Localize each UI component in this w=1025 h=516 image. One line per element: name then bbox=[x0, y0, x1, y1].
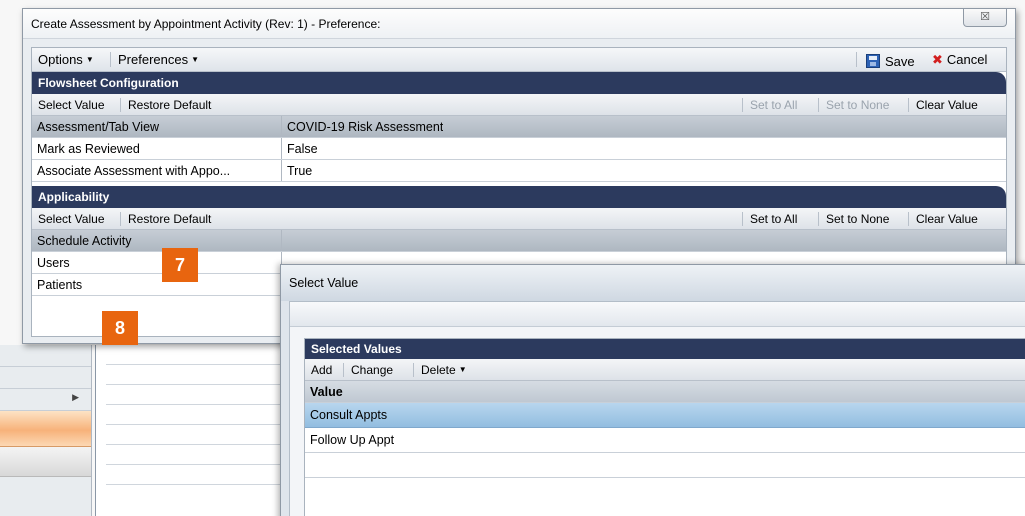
column-divider bbox=[281, 160, 282, 181]
background-grid-line bbox=[106, 385, 285, 405]
row-label: Assessment/Tab View bbox=[37, 120, 160, 134]
background-grid bbox=[95, 345, 285, 516]
select-dialog-title-bar[interactable]: Select Value bbox=[281, 265, 1025, 301]
restore-default-button[interactable]: Restore Default bbox=[124, 212, 215, 226]
toolbar-divider bbox=[413, 363, 414, 377]
column-divider bbox=[281, 116, 282, 137]
background-tab[interactable] bbox=[0, 447, 91, 477]
options-menu[interactable]: Options ▼ bbox=[34, 52, 98, 67]
close-icon[interactable]: ☒ bbox=[980, 11, 990, 23]
row-label: Patients bbox=[37, 278, 83, 292]
save-button[interactable]: Save bbox=[862, 52, 919, 69]
toolbar-divider bbox=[120, 212, 121, 226]
background-grid-line bbox=[106, 445, 285, 465]
row-value: False bbox=[287, 142, 318, 156]
background-side-panel: ▶ bbox=[0, 345, 92, 516]
set-to-all-button[interactable]: Set to All bbox=[746, 212, 801, 226]
preferences-menu[interactable]: Preferences ▼ bbox=[114, 52, 203, 67]
chevron-down-icon: ▼ bbox=[85, 55, 94, 64]
toolbar-divider bbox=[343, 363, 344, 377]
row-label: Mark as Reviewed bbox=[37, 142, 140, 156]
row-label: Associate Assessment with Appo... bbox=[37, 164, 231, 178]
save-icon bbox=[866, 54, 880, 68]
applicability-header: Applicability bbox=[32, 186, 1006, 208]
selected-values-action-bar: Add Change Delete ▼ bbox=[305, 359, 1025, 381]
toolbar-divider bbox=[908, 98, 909, 112]
background-grid-line bbox=[106, 425, 285, 445]
toolbar-divider bbox=[742, 212, 743, 226]
selected-values-header: Selected Values bbox=[305, 339, 1025, 359]
row-value: True bbox=[287, 164, 313, 178]
column-divider bbox=[281, 230, 282, 251]
close-button[interactable]: ☒ bbox=[963, 9, 1007, 27]
cancel-label: Cancel bbox=[946, 52, 988, 67]
cancel-icon: ✖ bbox=[932, 52, 943, 67]
selected-values-panel: Selected Values Add Change Delete ▼ Value… bbox=[304, 338, 1025, 516]
restore-default-button[interactable]: Restore Default bbox=[124, 98, 215, 112]
row-value: COVID-19 Risk Assessment bbox=[287, 120, 444, 134]
save-label: Save bbox=[885, 54, 915, 69]
background-grid-line bbox=[106, 345, 285, 365]
table-row[interactable]: Associate Assessment with Appo... True bbox=[32, 160, 1006, 182]
chevron-down-icon: ▼ bbox=[458, 365, 467, 374]
dialog-title: Create Assessment by Appointment Activit… bbox=[31, 17, 381, 31]
flowsheet-action-bar: Select Value Restore Default Set to All … bbox=[32, 94, 1006, 116]
select-dialog-body: Selected Values Add Change Delete ▼ Value… bbox=[289, 301, 1025, 516]
select-dialog-toolbar bbox=[290, 302, 1025, 327]
list-item-label: Consult Appts bbox=[310, 408, 388, 422]
clear-value-button[interactable]: Clear Value bbox=[912, 212, 982, 226]
value-column-header[interactable]: Value bbox=[305, 381, 1025, 403]
toolbar-divider bbox=[120, 98, 121, 112]
select-value-dialog: Select Value Selected Values Add Change … bbox=[280, 264, 1025, 516]
callout-badge-7: 7 bbox=[162, 248, 198, 282]
set-to-none-button[interactable]: Set to None bbox=[822, 212, 893, 226]
toolbar-divider bbox=[742, 98, 743, 112]
set-to-none-button[interactable]: Set to None bbox=[822, 98, 893, 112]
background-grid-line bbox=[106, 465, 285, 485]
change-button[interactable]: Change bbox=[347, 363, 397, 377]
background-row bbox=[0, 367, 91, 389]
options-label: Options bbox=[38, 52, 83, 67]
chevron-down-icon: ▼ bbox=[191, 55, 200, 64]
table-row[interactable]: Assessment/Tab View COVID-19 Risk Assess… bbox=[32, 116, 1006, 138]
background-grid-line bbox=[106, 405, 285, 425]
callout-badge-8: 8 bbox=[102, 311, 138, 345]
list-item[interactable]: Follow Up Appt bbox=[305, 428, 1025, 453]
list-item-empty[interactable] bbox=[305, 453, 1025, 478]
toolbar-divider bbox=[908, 212, 909, 226]
background-grid-line bbox=[106, 365, 285, 385]
chevron-right-icon[interactable]: ▶ bbox=[72, 392, 79, 403]
background-expand-row[interactable]: ▶ bbox=[0, 389, 91, 411]
flowsheet-configuration-header: Flowsheet Configuration bbox=[32, 72, 1006, 94]
delete-menu[interactable]: Delete ▼ bbox=[417, 363, 471, 377]
clear-value-button[interactable]: Clear Value bbox=[912, 98, 982, 112]
background-row bbox=[0, 345, 91, 367]
background-highlighted-tab[interactable] bbox=[0, 411, 91, 447]
delete-label: Delete bbox=[421, 363, 456, 377]
toolbar-divider bbox=[818, 212, 819, 226]
toolbar-divider bbox=[856, 52, 857, 67]
column-header-label: Value bbox=[310, 385, 343, 399]
row-label: Users bbox=[37, 256, 70, 270]
column-divider bbox=[281, 138, 282, 159]
list-item[interactable]: Consult Appts bbox=[305, 403, 1025, 428]
cancel-button[interactable]: ✖ Cancel bbox=[928, 52, 991, 68]
applicability-action-bar: Select Value Restore Default Set to All … bbox=[32, 208, 1006, 230]
preferences-label: Preferences bbox=[118, 52, 189, 67]
select-value-button[interactable]: Select Value bbox=[34, 212, 109, 226]
toolbar-divider bbox=[110, 52, 111, 67]
select-dialog-title: Select Value bbox=[289, 276, 359, 290]
select-value-button[interactable]: Select Value bbox=[34, 98, 109, 112]
dialog-toolbar: Options ▼ Preferences ▼ Save ✖ Cancel bbox=[32, 48, 1006, 72]
list-item-label: Follow Up Appt bbox=[310, 433, 395, 447]
toolbar-divider bbox=[818, 98, 819, 112]
dialog-title-bar[interactable]: Create Assessment by Appointment Activit… bbox=[23, 9, 1015, 39]
set-to-all-button[interactable]: Set to All bbox=[746, 98, 801, 112]
table-row[interactable]: Mark as Reviewed False bbox=[32, 138, 1006, 160]
row-label: Schedule Activity bbox=[37, 234, 132, 248]
add-button[interactable]: Add bbox=[307, 363, 336, 377]
